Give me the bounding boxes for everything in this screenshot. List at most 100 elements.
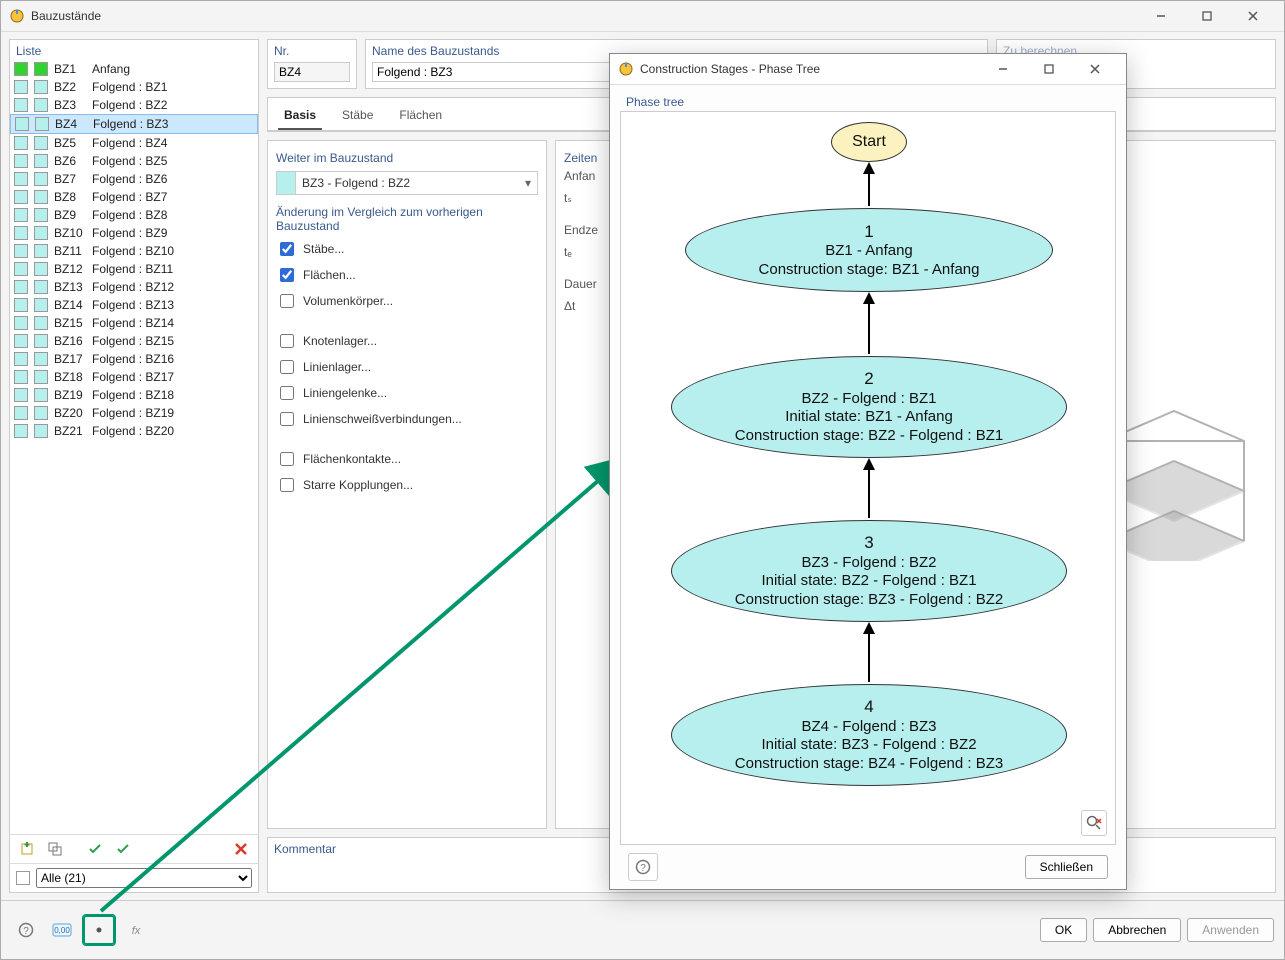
list-item[interactable]: BZ10Folgend : BZ9 [10, 224, 258, 242]
chk-starre[interactable]: Starre Kopplungen... [276, 475, 538, 495]
list-swatch [14, 352, 28, 366]
chk-flaechen-box[interactable] [280, 268, 294, 282]
chk-flaechen-label: Flächen... [303, 268, 356, 282]
list-swatch-2 [34, 80, 48, 94]
phase-node-3[interactable]: 3 BZ3 - Folgend : BZ2 Initial state: BZ2… [671, 520, 1067, 622]
apply-button[interactable]: Anwenden [1187, 918, 1274, 942]
dialog-minimize-button[interactable] [980, 54, 1026, 84]
list-item[interactable]: BZ9Folgend : BZ8 [10, 206, 258, 224]
chk-starre-box[interactable] [280, 478, 294, 492]
node2-line3: Construction stage: BZ2 - Folgend : BZ1 [735, 427, 1003, 446]
weiter-combo[interactable]: BZ3 - Folgend : BZ2 ▾ [276, 171, 538, 195]
phase-node-2[interactable]: 2 BZ2 - Folgend : BZ1 Initial state: BZ1… [671, 356, 1067, 458]
tab-flaechen[interactable]: Flächen [393, 104, 448, 130]
list-swatch [14, 424, 28, 438]
list-item[interactable]: BZ16Folgend : BZ15 [10, 332, 258, 350]
dialog-footer: ? Schließen [620, 845, 1116, 889]
chk-volumen-box[interactable] [280, 294, 294, 308]
list-item[interactable]: BZ6Folgend : BZ5 [10, 152, 258, 170]
node3-line3: Construction stage: BZ3 - Folgend : BZ2 [735, 591, 1003, 610]
list-id: BZ17 [54, 352, 86, 366]
chk-staebe-label: Stäbe... [303, 242, 344, 256]
dialog-close-button[interactable] [1072, 54, 1118, 84]
list-item[interactable]: BZ4Folgend : BZ3 [10, 114, 258, 134]
list-swatch [14, 406, 28, 420]
dialog-maximize-button[interactable] [1026, 54, 1072, 84]
minimize-button[interactable] [1138, 1, 1184, 31]
chk-knotenlager[interactable]: Knotenlager... [276, 331, 538, 351]
chk-knotenlager-box[interactable] [280, 334, 294, 348]
list-item[interactable]: BZ21Folgend : BZ20 [10, 422, 258, 440]
svg-text:?: ? [23, 926, 29, 937]
liste-toolbar [10, 834, 258, 863]
chk-flaechenkontakte-label: Flächenkontakte... [303, 452, 401, 466]
list-item[interactable]: BZ11Folgend : BZ10 [10, 242, 258, 260]
phase-node-4[interactable]: 4 BZ4 - Folgend : BZ3 Initial state: BZ3… [671, 684, 1067, 786]
units-button[interactable]: 0,00 [47, 916, 77, 944]
list-item[interactable]: BZ15Folgend : BZ14 [10, 314, 258, 332]
list-item[interactable]: BZ7Folgend : BZ6 [10, 170, 258, 188]
phase-node-start[interactable]: Start [831, 122, 907, 162]
close-button[interactable] [1230, 1, 1276, 31]
phase-tree-button[interactable] [83, 915, 115, 945]
chk-linienlager[interactable]: Linienlager... [276, 357, 538, 377]
list-item[interactable]: BZ12Folgend : BZ11 [10, 260, 258, 278]
dialog-close-btn[interactable]: Schließen [1025, 855, 1108, 879]
check-green-1-button[interactable] [84, 838, 106, 860]
list-label: Folgend : BZ9 [92, 226, 258, 240]
cancel-button[interactable]: Abbrechen [1093, 918, 1181, 942]
dialog-titlebar[interactable]: Construction Stages - Phase Tree [610, 54, 1126, 85]
chk-linienlager-box[interactable] [280, 360, 294, 374]
zeiten-anfang: Anfan [564, 165, 606, 187]
filter-select[interactable]: Alle (21) [36, 868, 252, 888]
chk-liniengelenke[interactable]: Liniengelenke... [276, 383, 538, 403]
node4-num: 4 [864, 696, 873, 717]
chk-staebe-box[interactable] [280, 242, 294, 256]
list-item[interactable]: BZ1Anfang [10, 60, 258, 78]
tab-basis[interactable]: Basis [278, 104, 322, 130]
list-swatch-2 [34, 370, 48, 384]
list-item[interactable]: BZ13Folgend : BZ12 [10, 278, 258, 296]
chk-linienlager-label: Linienlager... [303, 360, 371, 374]
chk-flaechen[interactable]: Flächen... [276, 265, 538, 285]
list-item[interactable]: BZ14Folgend : BZ13 [10, 296, 258, 314]
liste-body[interactable]: BZ1AnfangBZ2Folgend : BZ1BZ3Folgend : BZ… [10, 60, 258, 834]
list-item[interactable]: BZ3Folgend : BZ2 [10, 96, 258, 114]
dialog-help-button[interactable]: ? [628, 853, 658, 881]
node1-line3: Construction stage: BZ1 - Anfang [759, 261, 980, 280]
list-id: BZ21 [54, 424, 86, 438]
list-id: BZ9 [54, 208, 86, 222]
zoom-reset-button[interactable] [1081, 810, 1107, 836]
chk-linienschweiss[interactable]: Linienschweißverbindungen... [276, 409, 538, 429]
chk-flaechenkontakte[interactable]: Flächenkontakte... [276, 449, 538, 469]
list-swatch [14, 262, 28, 276]
phase-node-1[interactable]: 1 BZ1 - Anfang Construction stage: BZ1 -… [685, 208, 1053, 292]
tab-staebe[interactable]: Stäbe [336, 104, 379, 130]
copy-item-button[interactable] [44, 838, 66, 860]
nr-input[interactable] [274, 62, 350, 82]
list-item[interactable]: BZ2Folgend : BZ1 [10, 78, 258, 96]
ok-button[interactable]: OK [1040, 918, 1087, 942]
chk-flaechenkontakte-box[interactable] [280, 452, 294, 466]
chk-staebe[interactable]: Stäbe... [276, 239, 538, 259]
function-button[interactable]: fx [121, 916, 151, 944]
phase-tree-canvas[interactable]: Start 1 BZ1 - Anfang Construction stage:… [620, 111, 1116, 845]
new-item-button[interactable] [16, 838, 38, 860]
delete-button[interactable] [230, 838, 252, 860]
check-green-2-button[interactable] [112, 838, 134, 860]
list-swatch-2 [34, 136, 48, 150]
list-swatch-2 [34, 262, 48, 276]
chk-volumen[interactable]: Volumenkörper... [276, 291, 538, 311]
chk-liniengelenke-box[interactable] [280, 386, 294, 400]
list-item[interactable]: BZ20Folgend : BZ19 [10, 404, 258, 422]
list-item[interactable]: BZ18Folgend : BZ17 [10, 368, 258, 386]
chk-linienschweiss-box[interactable] [280, 412, 294, 426]
list-swatch [15, 117, 29, 131]
list-item[interactable]: BZ19Folgend : BZ18 [10, 386, 258, 404]
maximize-button[interactable] [1184, 1, 1230, 31]
list-swatch [14, 98, 28, 112]
list-item[interactable]: BZ17Folgend : BZ16 [10, 350, 258, 368]
list-item[interactable]: BZ5Folgend : BZ4 [10, 134, 258, 152]
list-item[interactable]: BZ8Folgend : BZ7 [10, 188, 258, 206]
help-button[interactable]: ? [11, 916, 41, 944]
